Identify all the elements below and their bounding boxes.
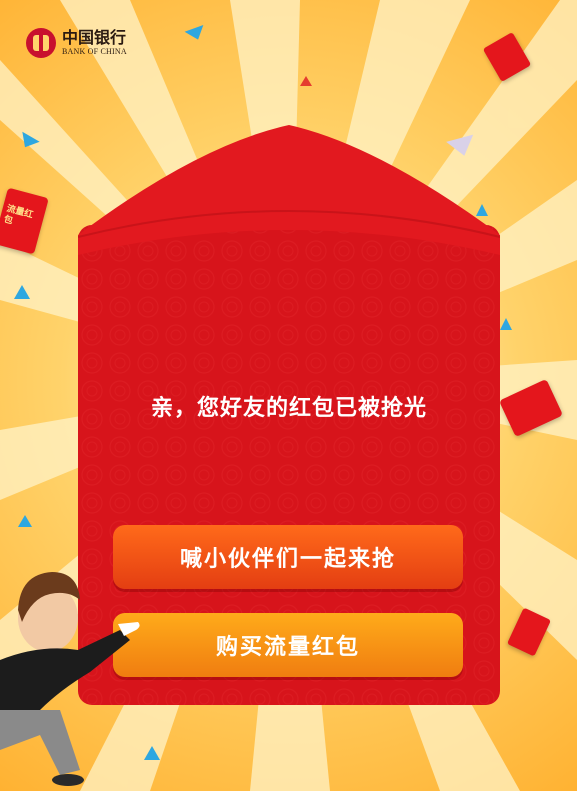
man-icon <box>0 572 140 786</box>
confetti-icon <box>18 515 32 527</box>
bank-of-china-logo: 中国银行 BANK OF CHINA <box>26 28 127 58</box>
empty-envelope-message: 亲，您好友的红包已被抢光 <box>150 396 427 421</box>
side-envelope-label: 流量红包 <box>2 204 35 227</box>
buy-data-envelope-button[interactable]: 购买流量红包 <box>113 613 463 677</box>
logo-name-en: BANK OF CHINA <box>62 47 127 56</box>
bank-logo-icon <box>26 28 56 58</box>
invite-friends-button[interactable]: 喊小伙伴们一起来抢 <box>113 525 463 589</box>
pointing-man-illustration <box>0 572 140 786</box>
confetti-icon <box>500 318 512 330</box>
confetti-icon <box>14 285 30 299</box>
logo-name-cn: 中国银行 <box>62 28 127 47</box>
confetti-icon <box>300 76 312 86</box>
